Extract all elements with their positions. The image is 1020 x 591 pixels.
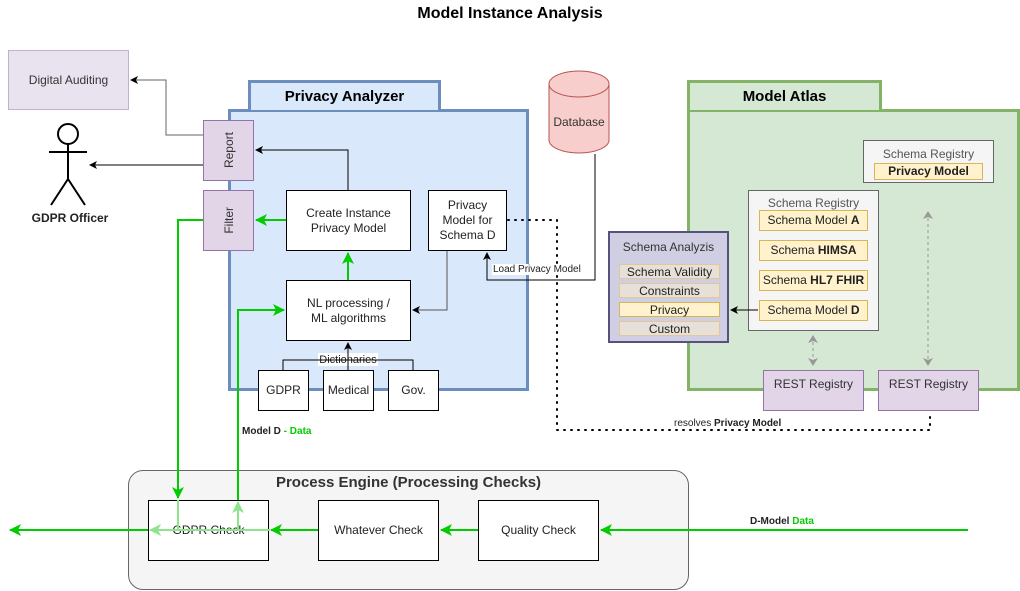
dictionary-label: Gov. bbox=[401, 383, 426, 397]
nl-processing-label: NL processing / ML algorithms bbox=[307, 295, 390, 325]
d-model-data-label: D-Model Data bbox=[750, 516, 814, 527]
rest-registry-label: REST Registry bbox=[773, 377, 854, 391]
database-label: Database bbox=[553, 115, 605, 129]
filter-box[interactable]: Filter bbox=[203, 190, 254, 251]
registry-item-bold: HIMSA bbox=[817, 243, 857, 257]
edge-filter-to-gdpr-check bbox=[172, 219, 203, 499]
model-atlas-title: Model Atlas bbox=[742, 88, 827, 105]
filter-label: Filter bbox=[221, 207, 236, 234]
resolves-bold: Privacy Model bbox=[714, 418, 782, 429]
schema-registry-title: Schema Registry bbox=[882, 147, 975, 161]
gdpr-check-label: GDPR Check bbox=[172, 523, 245, 537]
rest-registry-label: REST Registry bbox=[888, 377, 969, 391]
registry-item-bold: A bbox=[850, 213, 860, 227]
schema-registry-models[interactable]: Schema Registry Schema Model A Schema HI… bbox=[748, 190, 879, 331]
privacy-model-schema-d-label: Privacy Model for Schema D bbox=[439, 198, 496, 242]
model-d-text: Model D bbox=[242, 426, 281, 437]
gdpr-officer-label: GDPR Officer bbox=[31, 211, 109, 225]
registry-item-prefix: Schema bbox=[770, 243, 818, 257]
registry-item-schema-model-d[interactable]: Schema Model D bbox=[759, 300, 868, 321]
nl-processing-box[interactable]: NL processing / ML algorithms bbox=[286, 280, 411, 341]
schema-analyzis-title: Schema Analyzis bbox=[622, 240, 715, 254]
registry-item-prefix: Schema Model bbox=[767, 213, 851, 227]
digital-auditing-box[interactable]: Digital Auditing bbox=[8, 50, 129, 110]
database-icon[interactable] bbox=[548, 70, 610, 154]
d-model-data-text: Data bbox=[792, 516, 814, 527]
privacy-analyzer-title: Privacy Analyzer bbox=[284, 88, 405, 105]
diagram-title: Model Instance Analysis bbox=[417, 5, 603, 22]
registry-item-schema-hl7-fhir[interactable]: Schema HL7 FHIR bbox=[759, 270, 868, 291]
dictionary-medical-box[interactable]: Medical bbox=[323, 370, 374, 411]
report-label: Report bbox=[221, 132, 236, 169]
create-instance-label: Create Instance Privacy Model bbox=[306, 205, 391, 235]
schema-registry-privacy[interactable]: Schema Registry Privacy Model bbox=[863, 140, 994, 183]
registry-item-schema-himsa[interactable]: Schema HIMSA bbox=[759, 240, 868, 261]
model-d-data-text: Data bbox=[289, 426, 312, 437]
quality-check-label: Quality Check bbox=[501, 523, 576, 537]
rest-registry-box[interactable]: REST Registry bbox=[878, 370, 979, 411]
edge-report-to-auditing bbox=[130, 76, 203, 136]
registry-item-schema-model-a[interactable]: Schema Model A bbox=[759, 210, 868, 231]
whatever-check-box[interactable]: Whatever Check bbox=[318, 500, 439, 561]
registry-item-prefix: Schema bbox=[762, 273, 811, 287]
registry-item-prefix: Schema Model bbox=[767, 303, 851, 317]
dictionary-label: GDPR bbox=[266, 383, 301, 397]
dictionary-label: Medical bbox=[327, 383, 370, 397]
registry-item-privacy-model[interactable]: Privacy Model bbox=[874, 163, 983, 180]
schema-analyzis-box[interactable]: Schema Analyzis Schema Validity Constrai… bbox=[608, 231, 729, 343]
digital-auditing-label: Digital Auditing bbox=[28, 73, 109, 87]
create-instance-privacy-model-box[interactable]: Create Instance Privacy Model bbox=[286, 190, 411, 251]
model-d-data-label: Model D - Data bbox=[242, 426, 311, 437]
privacy-analyzer-tab: Privacy Analyzer bbox=[248, 80, 441, 110]
quality-check-box[interactable]: Quality Check bbox=[478, 500, 599, 561]
privacy-model-schema-d-box[interactable]: Privacy Model for Schema D bbox=[428, 190, 507, 251]
dictionary-gdpr-box[interactable]: GDPR bbox=[258, 370, 309, 411]
d-model-text: D-Model bbox=[750, 516, 790, 527]
dictionary-gov-box[interactable]: Gov. bbox=[388, 370, 439, 411]
gdpr-officer-actor-icon[interactable] bbox=[44, 122, 92, 207]
process-engine-title: Process Engine (Processing Checks) bbox=[275, 474, 542, 491]
model-d-sep: - bbox=[280, 426, 290, 437]
registry-item-bold: D bbox=[850, 303, 860, 317]
report-box[interactable]: Report bbox=[203, 120, 254, 181]
schema-analyzis-item-constraints[interactable]: Constraints bbox=[619, 283, 720, 298]
whatever-check-label: Whatever Check bbox=[334, 523, 423, 537]
schema-analyzis-item-privacy[interactable]: Privacy bbox=[619, 302, 720, 317]
resolves-privacy-model-label: resolves Privacy Model bbox=[673, 418, 783, 429]
registry-item-bold: HL7 FHIR bbox=[810, 273, 865, 287]
schema-analyzis-item-custom[interactable]: Custom bbox=[619, 321, 720, 336]
resolves-prefix: resolves bbox=[674, 418, 715, 429]
load-privacy-model-label: Load Privacy Model bbox=[492, 264, 582, 275]
registry-item-bold: Privacy Model bbox=[888, 164, 969, 178]
model-atlas-tab: Model Atlas bbox=[687, 80, 882, 110]
schema-analyzis-item-schema-validity[interactable]: Schema Validity bbox=[619, 264, 720, 279]
dictionaries-label: Dictionaries bbox=[318, 353, 378, 366]
schema-registry-title: Schema Registry bbox=[767, 196, 860, 210]
rest-registry-box[interactable]: REST Registry bbox=[763, 370, 864, 411]
gdpr-check-box[interactable]: GDPR Check bbox=[148, 500, 269, 561]
